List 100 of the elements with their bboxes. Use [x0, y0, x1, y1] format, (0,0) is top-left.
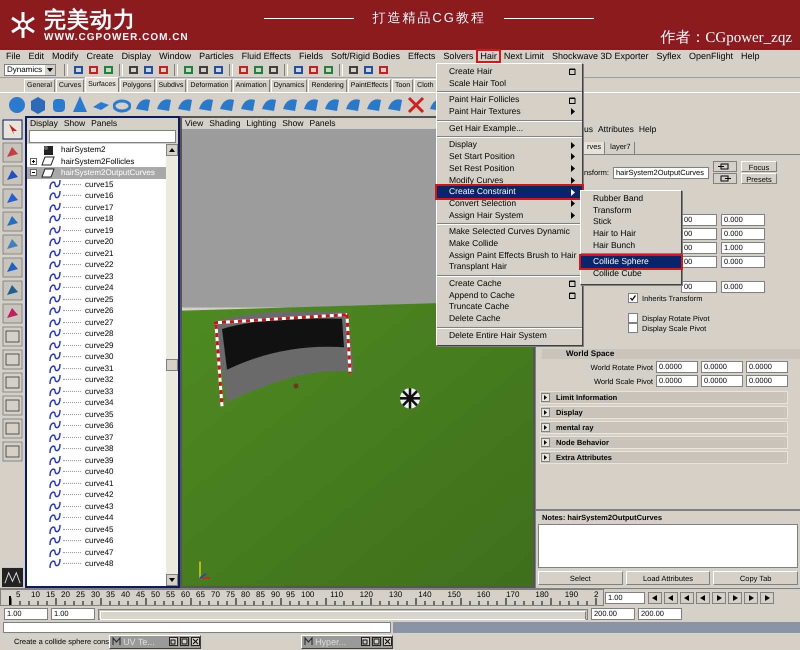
outliner-row[interactable]: curve40	[27, 466, 166, 478]
menu[interactable]: Hair	[477, 50, 500, 62]
outliner-row[interactable]: curve27	[27, 316, 166, 328]
outliner-row[interactable]: curve26	[27, 305, 166, 316]
command-field[interactable]	[3, 622, 391, 633]
panel-menu[interactable]: Shading	[209, 118, 240, 129]
checkbox[interactable]	[628, 323, 638, 333]
outliner-row[interactable]: curve29	[27, 340, 166, 351]
filter-field[interactable]	[29, 130, 176, 143]
menu[interactable]: Particles	[195, 50, 238, 62]
menu-item[interactable]: Append to Cache	[437, 290, 582, 302]
menu[interactable]: Window	[155, 50, 196, 62]
outliner-row[interactable]: curve39	[27, 454, 166, 466]
menu-item[interactable]: Rubber Band	[581, 193, 681, 205]
outliner-row[interactable]: curve31	[27, 362, 166, 374]
play-backward-icon[interactable]	[696, 592, 710, 604]
menu-item[interactable]: Display	[437, 139, 582, 152]
outliner-row[interactable]: curve38	[27, 443, 166, 454]
outliner-row[interactable]: curve30	[27, 351, 166, 362]
input-connection-icon[interactable]	[713, 161, 738, 172]
step-forward-icon[interactable]	[728, 592, 742, 604]
checkbox[interactable]	[628, 313, 638, 323]
menu[interactable]: Next Limit	[500, 50, 548, 62]
go-to-start-icon[interactable]	[648, 592, 662, 604]
output-connection-icon[interactable]	[713, 173, 738, 184]
restore-icon[interactable]	[169, 637, 178, 646]
menu[interactable]: Solvers	[439, 50, 478, 62]
menu-item[interactable]: Paint Hair Follicles	[437, 94, 582, 106]
mode-dropdown[interactable]: Dynamics	[4, 64, 56, 76]
menu[interactable]: File	[2, 50, 25, 62]
scroll-down-icon[interactable]	[166, 574, 178, 586]
menu-item[interactable]: Create Constraint	[437, 186, 582, 198]
option-box-icon[interactable]	[569, 280, 576, 288]
outliner-row[interactable]: curve42	[27, 489, 166, 500]
option-box-icon[interactable]	[569, 292, 576, 300]
menu[interactable]: Create	[82, 50, 118, 62]
outliner-row[interactable]: curve20	[27, 236, 166, 248]
delete-icon[interactable]	[407, 94, 425, 114]
menu-item[interactable]: Create Hair	[437, 66, 582, 78]
outliner-row[interactable]: curve47	[27, 546, 166, 558]
outliner-row[interactable]: curve18	[27, 213, 166, 224]
notes-field[interactable]	[538, 524, 798, 568]
menu[interactable]: Fields	[294, 50, 327, 62]
outliner-row[interactable]: curve37	[27, 432, 166, 443]
menu-item[interactable]: Collide Sphere	[581, 256, 681, 268]
menu-item[interactable]: Collide Cube	[581, 268, 681, 280]
scroll-thumb[interactable]	[166, 359, 178, 371]
layout-icon[interactable]	[2, 395, 23, 416]
outliner-row[interactable]: curve46	[27, 535, 166, 546]
step-back-key-icon[interactable]	[664, 592, 678, 604]
menu-item[interactable]: Stick	[581, 216, 681, 228]
menu-item[interactable]: Modify Curves	[437, 174, 582, 186]
menu-item[interactable]: Make Collide	[437, 238, 582, 250]
maximize-icon[interactable]	[372, 637, 382, 646]
sphere-icon[interactable]	[8, 94, 26, 114]
outliner-row[interactable]: curve35	[27, 408, 166, 420]
outliner-row[interactable]: curve45	[27, 524, 166, 535]
time-slider[interactable]: 5 10 15 20 25 30 35 40 45 50 55 60 65 70 75 80 85 90 95 100 110 120 130 140 150 160 170 180 190 2	[0, 589, 604, 606]
outliner-row[interactable]: curve43	[27, 500, 166, 512]
panel-menu[interactable]: View	[185, 118, 204, 129]
panel-menu[interactable]: Display	[30, 118, 58, 129]
outliner-row[interactable]: curve15	[27, 178, 166, 190]
panel-menu[interactable]: Panels	[91, 118, 118, 129]
outliner-row[interactable]: curve32	[27, 374, 166, 386]
step-forward-key-icon[interactable]	[744, 592, 758, 604]
outliner-row[interactable]: curve36	[27, 420, 166, 432]
panel-menu[interactable]: Attributes	[598, 124, 634, 136]
menu-item[interactable]: Scale Hair Tool	[437, 78, 582, 90]
menu[interactable]: Help	[737, 50, 764, 62]
menu[interactable]: Display	[118, 50, 156, 62]
checkbox[interactable]	[628, 293, 638, 303]
menu[interactable]: OpenFlight	[685, 50, 738, 62]
outliner-row[interactable]: hairSystem2	[27, 144, 166, 156]
outliner-row[interactable]: curve21	[27, 248, 166, 259]
layout-icon[interactable]	[2, 349, 23, 370]
close-icon[interactable]	[383, 637, 392, 646]
cube-icon[interactable]	[29, 94, 47, 114]
menu-item[interactable]: Transform	[581, 204, 681, 216]
menu[interactable]: Effects	[404, 50, 440, 62]
menu-item[interactable]: Truncate Cache	[437, 301, 582, 314]
outliner-row[interactable]: curve34	[27, 397, 166, 408]
expand-icon[interactable]	[30, 158, 37, 165]
menu-item[interactable]: Set Start Position	[437, 151, 582, 163]
menu[interactable]: Syflex	[652, 50, 685, 62]
section-header[interactable]: World Space	[542, 349, 800, 359]
range-slider-handle[interactable]	[100, 610, 586, 620]
outliner-row[interactable]: curve22	[27, 259, 166, 270]
restore-icon[interactable]	[361, 637, 370, 646]
outliner-row[interactable]: curve48	[27, 558, 166, 570]
maya-logo-icon[interactable]	[2, 567, 23, 588]
outliner-row[interactable]: curve44	[27, 512, 166, 524]
outliner-row[interactable]: curve16	[27, 190, 166, 202]
menu-item[interactable]: Assign Paint Effects Brush to Hair	[437, 250, 582, 262]
go-to-end-icon[interactable]	[760, 592, 774, 604]
menu-item[interactable]: Hair Bunch	[581, 240, 681, 252]
menu[interactable]: Modify	[48, 50, 83, 62]
collapse-icon[interactable]	[30, 169, 37, 176]
option-box-icon[interactable]	[569, 96, 576, 104]
outliner-row[interactable]: curve24	[27, 282, 166, 294]
menu-item[interactable]: Delete Cache	[437, 313, 582, 325]
